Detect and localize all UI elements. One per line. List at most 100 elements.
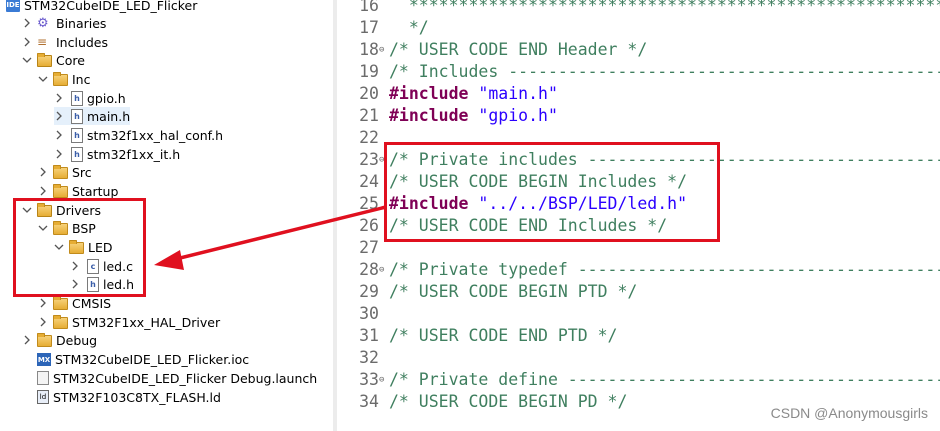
chevron-right-icon[interactable] bbox=[54, 130, 64, 140]
line-number: 32 bbox=[359, 348, 379, 367]
chevron-right-icon[interactable] bbox=[22, 335, 32, 345]
chevron-right-icon[interactable] bbox=[38, 186, 48, 196]
code-line[interactable]: 20 #include "main.h" bbox=[337, 83, 558, 105]
code-line[interactable]: 28⊖/* Private typedef ------------------… bbox=[337, 259, 940, 281]
tree-item-ioc[interactable]: MX STM32CubeIDE_LED_Flicker.ioc bbox=[22, 350, 249, 368]
line-number: 29 bbox=[359, 282, 379, 301]
tree-item-core[interactable]: Core bbox=[22, 51, 85, 69]
file-icon: h bbox=[71, 146, 83, 162]
code-comment: /* USER CODE END PTD */ bbox=[389, 326, 618, 345]
code-string: "gpio.h" bbox=[478, 106, 558, 125]
line-number: 30 bbox=[359, 304, 379, 323]
code-line[interactable]: 34 /* USER CODE BEGIN PD */ bbox=[337, 391, 627, 413]
code-comment: /* Includes ----------------------------… bbox=[389, 62, 940, 81]
tree-item-main-h[interactable]: h main.h bbox=[54, 107, 131, 125]
code-keyword: #include bbox=[389, 84, 469, 103]
code-line[interactable]: 19 /* Includes --------------------------… bbox=[337, 61, 940, 83]
code-line[interactable]: 16 *************************************… bbox=[337, 0, 940, 17]
folder-icon bbox=[53, 315, 68, 329]
tree-item-binaries[interactable]: ⚙ Binaries bbox=[22, 14, 106, 32]
chevron-right-icon[interactable] bbox=[54, 93, 64, 103]
line-number: 33 bbox=[359, 370, 379, 389]
folder-icon bbox=[53, 165, 68, 179]
fold-toggle-icon[interactable]: ⊖ bbox=[379, 39, 389, 61]
line-number: 22 bbox=[359, 128, 379, 147]
tree-item-ld[interactable]: ld STM32F103C8TX_FLASH.ld bbox=[22, 388, 221, 406]
annotation-arrow bbox=[154, 205, 387, 270]
tree-item-gpio-h[interactable]: h gpio.h bbox=[54, 89, 126, 107]
tree-item-includes[interactable]: ≡ Includes bbox=[22, 33, 108, 51]
tree-item-label: gpio.h bbox=[87, 90, 126, 106]
code-line[interactable]: 21 #include "gpio.h" bbox=[337, 105, 558, 127]
folder-icon bbox=[37, 333, 52, 347]
fold-toggle-icon[interactable]: ⊖ bbox=[379, 369, 389, 391]
tree-item-label: stm32f1xx_it.h bbox=[87, 146, 181, 162]
tree-item-label: Inc bbox=[72, 71, 91, 87]
chevron-right-icon[interactable] bbox=[54, 149, 64, 159]
project-icon: IDE bbox=[6, 0, 20, 12]
tree-item-inc[interactable]: Inc bbox=[38, 70, 90, 88]
tree-item-label: STM32F1xx_HAL_Driver bbox=[72, 314, 221, 330]
code-line[interactable]: 30 bbox=[337, 303, 389, 325]
tree-item-hal-driver[interactable]: STM32F1xx_HAL_Driver bbox=[38, 313, 220, 331]
line-number: 31 bbox=[359, 326, 379, 345]
tree-item-label: Binaries bbox=[56, 15, 107, 31]
chevron-right-icon[interactable] bbox=[54, 111, 64, 121]
annotation-box-drivers bbox=[13, 198, 146, 297]
tree-item-label: Core bbox=[56, 52, 85, 68]
tree-item-label: CMSIS bbox=[72, 295, 112, 311]
tree-item-debug[interactable]: Debug bbox=[22, 331, 97, 349]
line-number: 21 bbox=[359, 106, 379, 125]
project-name[interactable]: IDE STM32CubeIDE_LED_Flicker bbox=[6, 0, 197, 14]
line-number: 18 bbox=[359, 40, 379, 59]
line-number: 23 bbox=[359, 150, 379, 169]
code-comment: /* Private define ----------------------… bbox=[389, 370, 940, 389]
code-line[interactable]: 31 /* USER CODE END PTD */ bbox=[337, 325, 617, 347]
code-line[interactable]: 32 bbox=[337, 347, 389, 369]
binaries-icon: ⚙ bbox=[37, 15, 49, 31]
tree-item-it-h[interactable]: h stm32f1xx_it.h bbox=[54, 145, 180, 163]
code-line[interactable]: 17 */ bbox=[337, 17, 429, 39]
chevron-right-icon[interactable] bbox=[38, 167, 48, 177]
tree-item-label: STM32F103C8TX_FLASH.ld bbox=[53, 389, 221, 405]
code-string: "main.h" bbox=[478, 84, 558, 103]
code-line[interactable]: 29 /* USER CODE BEGIN PTD */ bbox=[337, 281, 637, 303]
tree-item-label: STM32CubeIDE_LED_Flicker.ioc bbox=[55, 351, 250, 367]
code-keyword: #include bbox=[389, 106, 469, 125]
chevron-right-icon[interactable] bbox=[38, 298, 48, 308]
code-line[interactable]: 18⊖/* USER CODE END Header */ bbox=[337, 39, 647, 61]
chevron-right-icon[interactable] bbox=[38, 317, 48, 327]
annotation-box-includes bbox=[384, 142, 720, 242]
tree-item-label: Includes bbox=[56, 34, 109, 50]
chevron-right-icon[interactable] bbox=[22, 18, 32, 28]
code-line[interactable]: 22 bbox=[337, 127, 389, 149]
linker-file-icon: ld bbox=[37, 390, 49, 404]
tree-item-label: STM32CubeIDE_LED_Flicker Debug.launch bbox=[53, 370, 318, 386]
source-folder-icon bbox=[37, 53, 52, 67]
tree-item-src[interactable]: Src bbox=[38, 163, 92, 181]
code-comment: ****************************************… bbox=[408, 0, 940, 15]
tree-item-label: Startup bbox=[72, 183, 119, 199]
file-icon: h bbox=[71, 108, 83, 124]
tree-item-label: Debug bbox=[56, 332, 98, 348]
ioc-file-icon: MX bbox=[37, 352, 51, 366]
tree-item-hal-conf-h[interactable]: h stm32f1xx_hal_conf.h bbox=[54, 126, 223, 144]
code-comment: */ bbox=[389, 18, 429, 37]
tree-item-label: Src bbox=[72, 164, 92, 180]
chevron-down-icon[interactable] bbox=[22, 55, 32, 65]
tree-item-label: stm32f1xx_hal_conf.h bbox=[87, 127, 224, 143]
tree-item-launch[interactable]: STM32CubeIDE_LED_Flicker Debug.launch bbox=[22, 369, 317, 387]
chevron-right-icon[interactable] bbox=[22, 37, 32, 47]
code-comment: /* USER CODE BEGIN PD */ bbox=[389, 392, 628, 411]
folder-icon bbox=[53, 72, 68, 86]
chevron-down-icon[interactable] bbox=[38, 74, 48, 84]
code-line[interactable]: 33⊖/* Private define -------------------… bbox=[337, 369, 940, 391]
line-number: 19 bbox=[359, 62, 379, 81]
file-icon: h bbox=[71, 90, 83, 106]
file-icon: h bbox=[71, 127, 83, 143]
code-comment: /* Private typedef ---------------------… bbox=[389, 260, 940, 279]
folder-icon bbox=[53, 296, 68, 310]
